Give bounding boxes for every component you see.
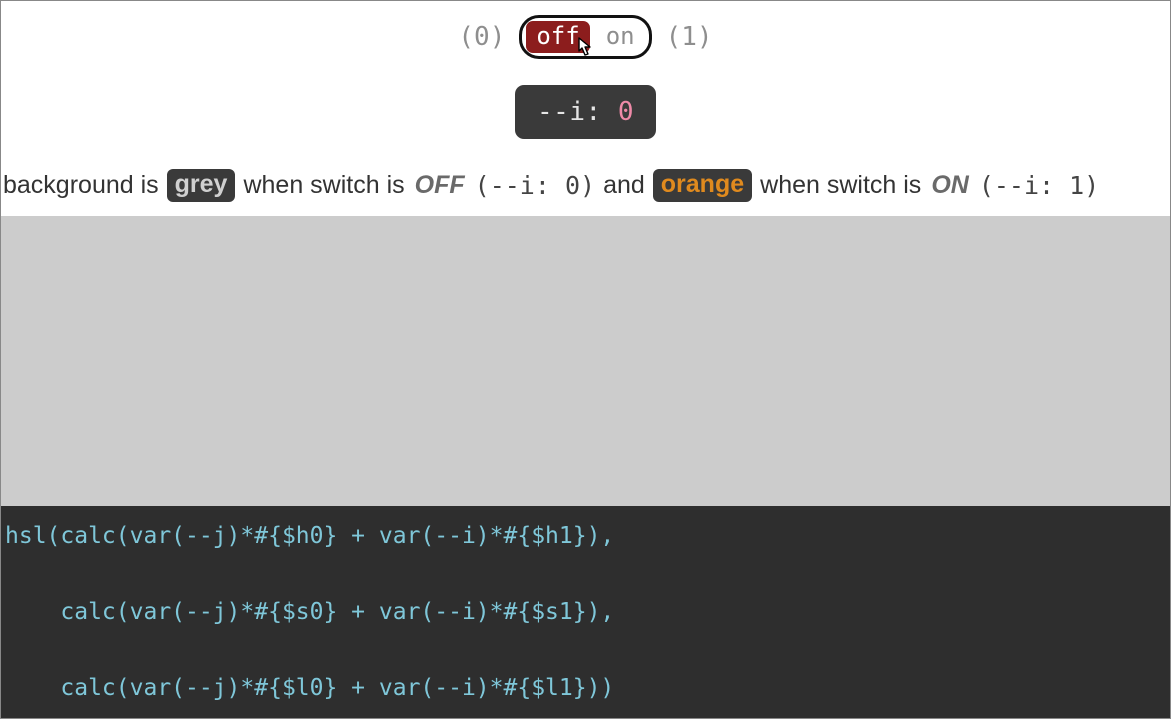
color-swatch <box>1 216 1170 506</box>
sentence-text: background is <box>3 171 159 200</box>
sentence-text: when switch is <box>760 171 921 200</box>
sentence-text: and <box>603 171 645 200</box>
switch-value-hint-off: (0) <box>458 22 505 52</box>
var-paren-off: (--i: 0) <box>475 171 595 200</box>
css-var-name: --i: <box>537 97 602 127</box>
explanation-sentence: background is grey when switch is OFF (-… <box>1 169 1170 216</box>
css-var-value: 0 <box>618 97 634 127</box>
toggle-option-off[interactable]: off <box>526 21 589 53</box>
state-word-on: ON <box>931 171 969 200</box>
toggle-switch[interactable]: off on <box>519 15 651 59</box>
code-line: calc(var(--j)*#{$s0} + var(--i)*#{$s1}), <box>5 599 614 625</box>
code-line: calc(var(--j)*#{$l0} + var(--i)*#{$l1})) <box>5 675 614 701</box>
state-word-off: OFF <box>415 171 465 200</box>
code-line: hsl(calc(var(--j)*#{$h0} + var(--i)*#{$h… <box>5 523 614 549</box>
code-block: hsl(calc(var(--j)*#{$h0} + var(--i)*#{$h… <box>1 506 1170 718</box>
color-pill-grey: grey <box>167 169 236 202</box>
switch-row: (0) off on (1) <box>1 15 1170 59</box>
var-paren-on: (--i: 1) <box>979 171 1099 200</box>
controls-area: (0) off on (1) --i: 0 background is grey… <box>1 1 1170 216</box>
sentence-text: when switch is <box>243 171 404 200</box>
toggle-option-on[interactable]: on <box>596 21 645 53</box>
css-var-badge: --i: 0 <box>515 85 656 139</box>
switch-value-hint-on: (1) <box>666 22 713 52</box>
demo-frame: (0) off on (1) --i: 0 background is grey… <box>0 0 1171 719</box>
color-pill-orange: orange <box>653 169 752 202</box>
